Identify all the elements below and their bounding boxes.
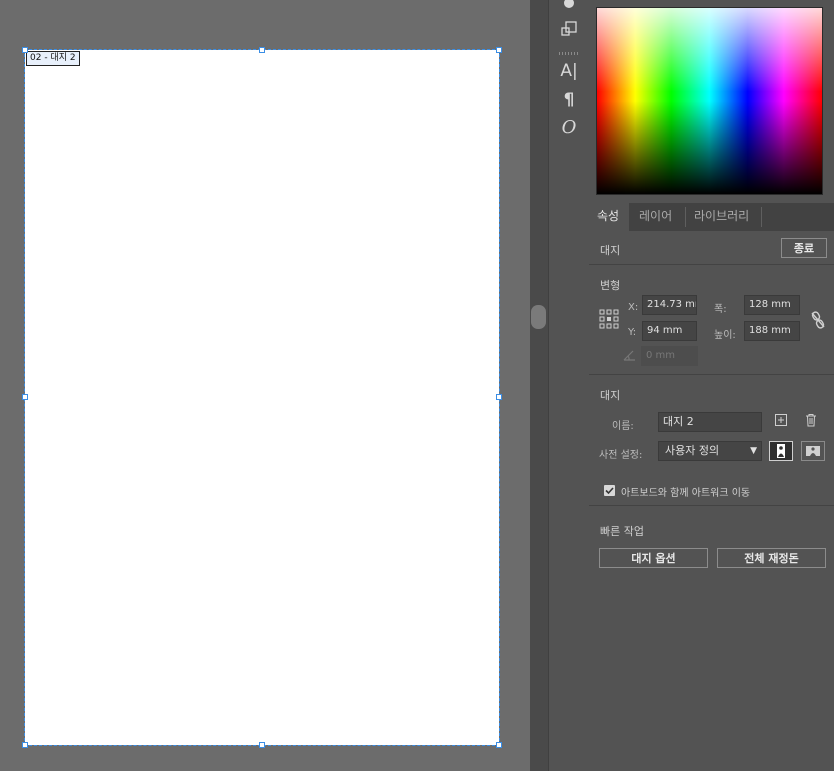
preset-label: 사전 설정: bbox=[599, 450, 643, 461]
resize-handle-top[interactable] bbox=[259, 47, 265, 53]
rearrange-all-button[interactable]: 전체 재정돈 bbox=[717, 548, 826, 568]
resize-handle-bottom-right[interactable] bbox=[496, 742, 502, 748]
constrain-link-icon[interactable] bbox=[809, 310, 827, 333]
width-label: 폭: bbox=[714, 304, 727, 315]
chevron-down-icon: ▼ bbox=[750, 446, 757, 456]
artboard[interactable] bbox=[24, 49, 500, 746]
scrollbar-thumb[interactable] bbox=[531, 305, 546, 329]
resize-handle-bottom[interactable] bbox=[259, 742, 265, 748]
name-label: 이름: bbox=[612, 421, 634, 432]
y-label: Y: bbox=[628, 327, 637, 338]
color-spectrum[interactable] bbox=[596, 7, 823, 195]
landscape-orientation-button[interactable] bbox=[801, 441, 825, 461]
divider bbox=[589, 264, 834, 265]
x-label: X: bbox=[628, 302, 639, 313]
preset-select[interactable]: 사용자 정의 ▼ bbox=[658, 441, 762, 461]
vertical-scrollbar[interactable] bbox=[530, 0, 548, 771]
properties-panel: 속성 레이어 라이브러리 대지 종료 변형 X: 214.73 mm 폭: 12… bbox=[589, 0, 834, 771]
rotate-icon bbox=[623, 349, 637, 364]
character-icon[interactable]: A| bbox=[557, 60, 581, 82]
height-field[interactable]: 188 mm bbox=[744, 321, 800, 341]
tab-libraries[interactable]: 라이브러리 bbox=[686, 203, 757, 231]
artboard-label[interactable]: 02 - 대지 2 bbox=[26, 51, 80, 66]
tab-separator bbox=[761, 207, 762, 227]
panel-tabs: 속성 레이어 라이브러리 bbox=[589, 203, 834, 231]
resize-handle-top-left[interactable] bbox=[22, 47, 28, 53]
opentype-icon[interactable]: O bbox=[557, 117, 581, 139]
panel-icon-strip: A| ¶ O bbox=[548, 0, 590, 771]
panel-grip[interactable] bbox=[559, 52, 579, 55]
divider bbox=[589, 374, 834, 375]
resize-handle-top-right[interactable] bbox=[496, 47, 502, 53]
transform-icon[interactable] bbox=[557, 20, 581, 42]
artboard-options-title: 대지 bbox=[600, 389, 621, 402]
rotate-field: 0 mm bbox=[641, 346, 698, 366]
tab-layers[interactable]: 레이어 bbox=[631, 203, 680, 231]
x-field[interactable]: 214.73 mm bbox=[642, 295, 697, 315]
width-field[interactable]: 128 mm bbox=[744, 295, 800, 315]
quick-actions-title: 빠른 작업 bbox=[600, 525, 644, 538]
paragraph-icon[interactable]: ¶ bbox=[557, 89, 581, 111]
delete-artboard-icon[interactable] bbox=[802, 413, 820, 431]
resize-handle-right[interactable] bbox=[496, 394, 502, 400]
divider bbox=[589, 505, 834, 506]
canvas-area[interactable]: 02 - 대지 2 bbox=[0, 0, 530, 771]
y-field[interactable]: 94 mm bbox=[642, 321, 697, 341]
sun-icon[interactable] bbox=[557, 0, 581, 16]
transform-title: 변형 bbox=[600, 279, 621, 292]
artboard-name-input[interactable]: 대지 2 bbox=[658, 412, 762, 432]
move-with-artwork-checkbox[interactable] bbox=[604, 485, 615, 496]
height-label: 높이: bbox=[714, 330, 736, 341]
portrait-orientation-button[interactable] bbox=[769, 441, 793, 461]
resize-handle-left[interactable] bbox=[22, 394, 28, 400]
add-artboard-icon[interactable] bbox=[772, 413, 790, 431]
artboard-options-button[interactable]: 대지 옵션 bbox=[599, 548, 708, 568]
artboard-section-title: 대지 bbox=[600, 244, 621, 257]
tab-properties[interactable]: 속성 bbox=[589, 203, 629, 231]
reference-point-icon[interactable] bbox=[599, 309, 619, 332]
exit-button[interactable]: 종료 bbox=[781, 238, 827, 258]
move-with-artwork-label[interactable]: 아트보드와 함께 아트워크 이동 bbox=[621, 484, 750, 499]
preset-value: 사용자 정의 bbox=[665, 444, 720, 457]
resize-handle-bottom-left[interactable] bbox=[22, 742, 28, 748]
